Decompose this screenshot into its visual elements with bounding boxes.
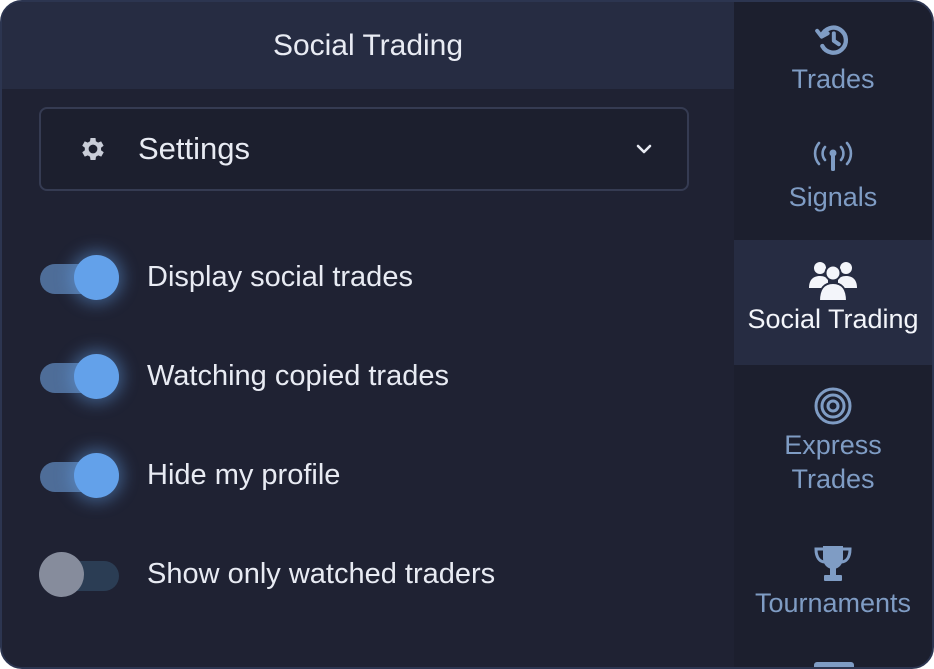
antenna-icon	[811, 136, 855, 180]
nav-label-signals: Signals	[788, 182, 878, 212]
toggle-row-hide-my-profile: Hide my profile	[39, 453, 340, 499]
show-only-watched-traders-toggle[interactable]	[39, 552, 119, 598]
settings-label: Settings	[138, 131, 251, 166]
toggle-label: Watching copied trades	[147, 360, 449, 392]
social-trading-panel: Social Trading Settings Display social t…	[2, 2, 734, 667]
toggle-knob	[39, 552, 84, 597]
toggle-label: Show only watched traders	[147, 558, 496, 590]
target-icon	[812, 384, 854, 428]
app-window: Social Trading Settings Display social t…	[0, 0, 934, 669]
nav-item-tournaments[interactable]: Tournaments	[734, 542, 932, 620]
toggle-row-show-only-watched-traders: Show only watched traders	[39, 552, 495, 598]
toggle-row-watching-copied-trades: Watching copied trades	[39, 354, 449, 400]
panel-header: Social Trading	[2, 2, 734, 89]
toggle-knob	[74, 354, 119, 399]
toggle-knob	[74, 453, 119, 498]
hide-my-profile-toggle[interactable]	[39, 453, 119, 499]
settings-dropdown[interactable]: Settings	[39, 107, 689, 191]
users-icon	[808, 258, 858, 302]
nav-item-social-trading[interactable]: Social Trading	[734, 240, 932, 365]
next-nav-item-icon	[814, 662, 854, 667]
toggle-label: Hide my profile	[147, 459, 341, 491]
nav-item-signals[interactable]: Signals	[734, 136, 932, 214]
watching-copied-trades-toggle[interactable]	[39, 354, 119, 400]
right-sidebar-nav: Trades Signals Social Trading Express Tr…	[734, 2, 932, 667]
toggle-label: Display social trades	[147, 261, 413, 293]
toggle-knob	[74, 255, 119, 300]
nav-label-express: Express	[784, 430, 882, 460]
nav-label-social-trading: Social Trading	[747, 304, 919, 334]
toggle-row-display-social-trades: Display social trades	[39, 255, 413, 301]
history-icon	[813, 18, 853, 62]
nav-label-tournaments: Tournaments	[754, 588, 912, 618]
nav-item-express-trades[interactable]: Express Trades	[734, 384, 932, 496]
panel-title: Social Trading	[272, 28, 464, 62]
nav-label-trades: Trades	[791, 64, 875, 94]
nav-label-trades-line2: Trades	[791, 464, 875, 494]
trophy-icon	[811, 542, 855, 586]
chevron-down-icon	[633, 138, 655, 160]
gear-icon	[78, 134, 108, 164]
display-social-trades-toggle[interactable]	[39, 255, 119, 301]
nav-item-trades[interactable]: Trades	[734, 18, 932, 96]
